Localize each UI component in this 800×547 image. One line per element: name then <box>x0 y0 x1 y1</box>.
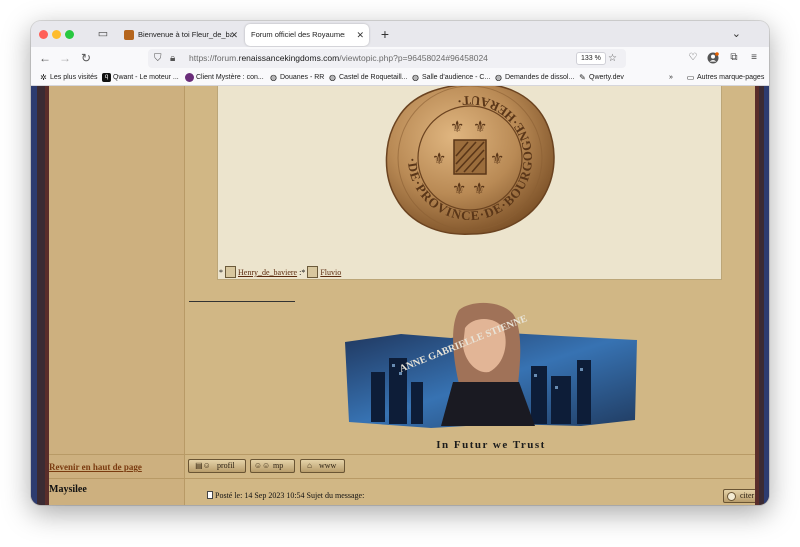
bookmark-star-icon[interactable]: ☆ <box>608 51 617 66</box>
svg-text:⚜: ⚜ <box>472 179 486 198</box>
svg-text:In Futur we Trust: In Futur we Trust <box>436 439 546 451</box>
forum-content: ·DE·PROVINCE·DE·BOURGOGNE·HERAUT· ⚜ ⚜ ⚜ … <box>49 86 767 505</box>
close-tab-icon[interactable]: ✕ <box>356 24 364 46</box>
bookmark-demandes[interactable]: ◍ Demandes de dissol... <box>494 69 574 86</box>
bookmarks-toolbar: ✲ Les plus visités q Qwant - Le moteur ...… <box>31 69 769 86</box>
svg-text:⚜: ⚜ <box>490 149 504 168</box>
bookmark-qwant[interactable]: q Qwant - Le moteur ... <box>102 69 179 86</box>
tab-overview-icon[interactable]: ▭ <box>95 26 111 42</box>
qwerty-icon: ✎ <box>579 73 586 82</box>
svg-text:⚜: ⚜ <box>473 117 487 136</box>
signature-banner-image: ANNE GABRIELLE STIENNE In Futur we Trust <box>345 302 637 451</box>
browser-window: ▭ Bienvenue à toi Fleur_de_baviere ✕ For… <box>31 21 769 505</box>
window-minimize-button[interactable] <box>52 30 61 39</box>
next-post-author: Maysilee <box>49 484 87 495</box>
site-favicon-icon <box>124 30 134 40</box>
more-bookmarks-chevron-icon[interactable]: » <box>669 69 673 86</box>
signature-divider <box>189 301 295 302</box>
post-document-icon <box>207 491 213 499</box>
page-frame-left <box>31 86 49 505</box>
private-message-button[interactable]: ☺☺ mp <box>250 459 295 473</box>
profile-icon: ▤☺ <box>195 461 211 470</box>
tab-bienvenue[interactable]: Bienvenue à toi Fleur_de_baviere ✕ <box>119 24 243 46</box>
profile-icon <box>307 266 319 278</box>
globe-icon: ◍ <box>329 73 336 82</box>
post-meta: Posté le: 14 Sep 2023 10:54 Sujet du mes… <box>207 491 364 500</box>
globe-icon: ◍ <box>412 73 419 82</box>
home-icon: ⌂ <box>307 461 312 470</box>
bookmark-other-folder[interactable]: ▭ Autres marque-pages <box>686 69 765 86</box>
qwant-icon: q <box>102 73 111 82</box>
shield-icon[interactable]: ⛉ <box>154 51 162 66</box>
reload-icon[interactable]: ↻ <box>77 49 95 67</box>
globe-icon: ◍ <box>495 73 502 82</box>
back-arrow-icon[interactable]: ← <box>36 49 54 67</box>
close-tab-icon[interactable]: ✕ <box>230 24 238 46</box>
site-icon <box>185 73 194 82</box>
profile-button[interactable]: ▤☺ profil <box>188 459 246 473</box>
new-tab-button[interactable]: + <box>377 25 393 43</box>
extensions-icon[interactable]: ⧉ <box>726 50 742 66</box>
back-to-top-link[interactable]: Revenir en haut de page <box>49 462 142 472</box>
chevron-down-icon[interactable]: ⌄ <box>732 25 741 43</box>
address-bar[interactable]: ⛉ 🔒︎ https://forum.renaissancekingdoms.c… <box>148 49 626 68</box>
tab-title: Forum officiel des Royaumes Renaissance <box>251 30 345 39</box>
page-frame-right <box>755 86 769 505</box>
lock-icon[interactable]: 🔒︎ <box>170 51 175 66</box>
svg-text:⚜: ⚜ <box>452 179 466 198</box>
window-zoom-button[interactable] <box>65 30 74 39</box>
gear-icon: ✲ <box>40 73 47 82</box>
bookmark-douanes[interactable]: ◍ Douanes - RR <box>269 69 324 86</box>
forward-arrow-icon[interactable]: → <box>56 49 74 67</box>
credit-link-fluvio[interactable]: Fluvio <box>320 268 341 277</box>
menu-icon[interactable]: ≡ <box>746 50 762 66</box>
website-button[interactable]: ⌂ www <box>300 459 345 473</box>
bookmark-qwerty[interactable]: ✎ Qwerty.dev <box>578 69 624 86</box>
signature-credit: * Henry_de_baviere :* Fluvio <box>219 266 342 278</box>
globe-icon: ◍ <box>270 73 277 82</box>
bookmark-client-mystere[interactable]: Client Mystère : con... <box>185 69 264 86</box>
svg-text:⚜: ⚜ <box>432 149 446 168</box>
quoted-signature-block: ·DE·PROVINCE·DE·BOURGOGNE·HERAUT· ⚜ ⚜ ⚜ … <box>217 86 722 280</box>
quote-bubble-icon <box>727 492 736 501</box>
tab-title: Bienvenue à toi Fleur_de_baviere <box>138 30 232 39</box>
post-author-column <box>49 86 185 505</box>
post-footer-divider <box>49 454 755 455</box>
credit-link-henry[interactable]: Henry_de_baviere <box>238 268 297 277</box>
wax-seal-image: ·DE·PROVINCE·DE·BOURGOGNE·HERAUT· ⚜ ⚜ ⚜ … <box>385 86 555 235</box>
tab-strip: ▭ Bienvenue à toi Fleur_de_baviere ✕ For… <box>31 21 769 47</box>
profile-icon <box>225 266 236 278</box>
tab-forum-officiel[interactable]: Forum officiel des Royaumes Renaissance … <box>245 24 369 46</box>
users-icon: ☺☺ <box>253 461 271 470</box>
svg-text:⚜: ⚜ <box>450 117 464 136</box>
post-separator <box>49 478 755 479</box>
zoom-level[interactable]: 133 % <box>576 52 606 65</box>
pocket-icon[interactable]: ♡ <box>685 50 701 66</box>
account-icon[interactable] <box>705 50 721 66</box>
folder-icon: ▭ <box>686 73 695 82</box>
url-text[interactable]: https://forum.renaissancekingdoms.com/vi… <box>189 49 488 68</box>
bookmark-castel[interactable]: ◍ Castel de Roquetaill... <box>328 69 407 86</box>
bookmark-most-visited[interactable]: ✲ Les plus visités <box>39 69 97 86</box>
web-page: ·DE·PROVINCE·DE·BOURGOGNE·HERAUT· ⚜ ⚜ ⚜ … <box>31 86 769 505</box>
window-close-button[interactable] <box>39 30 48 39</box>
bookmark-salle-audience[interactable]: ◍ Salle d'audience - C... <box>411 69 490 86</box>
navigation-bar: ← → ↻ ⛉ 🔒︎ https://forum.renaissanceking… <box>31 47 769 69</box>
